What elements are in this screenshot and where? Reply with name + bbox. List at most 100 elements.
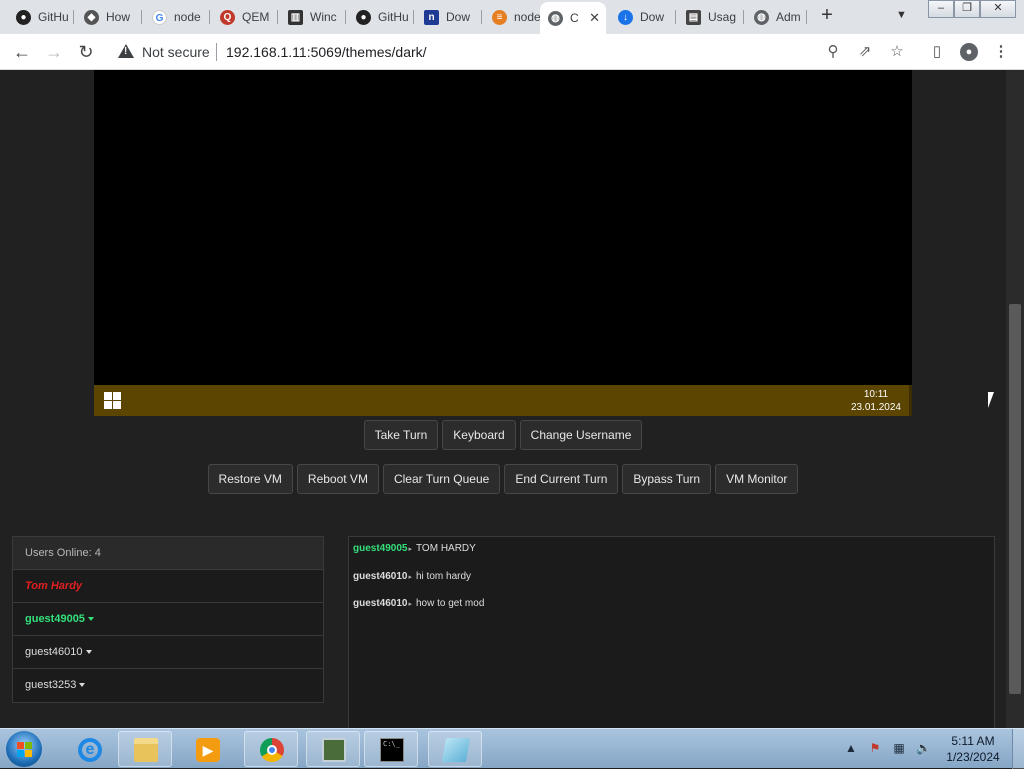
tab-label: GitHu — [38, 10, 69, 24]
tab-winc[interactable]: ▥ Winc — [280, 4, 342, 30]
keyboard-button[interactable]: Keyboard — [442, 420, 516, 450]
tab-download-1[interactable]: n Dow — [416, 4, 478, 30]
reboot-vm-button[interactable]: Reboot VM — [296, 464, 379, 494]
vm-taskbar: 10:11 23.01.2024 — [94, 385, 912, 416]
chat-username: guest46010 — [353, 570, 408, 582]
tab-label: GitHu — [378, 10, 409, 24]
arrow-right-icon: ▸ — [408, 546, 412, 553]
tray-chevron-up-icon[interactable]: ▲ — [844, 741, 858, 755]
zoom-icon[interactable]: ⚲ — [824, 43, 842, 61]
network-app-button[interactable] — [306, 731, 360, 767]
vm-display[interactable] — [94, 70, 912, 416]
kebab-menu-icon[interactable]: ⋮ — [992, 43, 1010, 61]
share-icon[interactable]: ⇗ — [856, 43, 874, 61]
tab-search-chevron-icon[interactable]: ▼ — [896, 9, 907, 21]
new-tab-button[interactable]: + — [816, 5, 838, 27]
address-bar[interactable]: Not secure 192.168.1.11:5069/themes/dark… — [110, 38, 920, 66]
site-icon: n — [424, 9, 439, 25]
explorer-button[interactable] — [118, 731, 172, 767]
user-name: guest46010 — [25, 646, 83, 658]
tab-node[interactable]: ≡ node — [484, 4, 540, 30]
tab-qemu[interactable]: Q QEM — [212, 4, 274, 30]
admin-controls: Restore VM Reboot VM Clear Turn Queue En… — [0, 464, 1006, 494]
os-taskbar: e ▶ C:\_ ▲ ⚑ ▦ 🔈 5:11 AM 1/23/2024 — [0, 728, 1024, 769]
tab-active[interactable]: ◍ C ✕ — [540, 2, 606, 34]
tab-google[interactable]: G node — [144, 4, 206, 30]
start-orb-button[interactable] — [6, 731, 42, 767]
folder-icon — [134, 738, 158, 762]
media-player-icon: ▶ — [196, 738, 220, 762]
internet-explorer-button[interactable]: e — [62, 731, 116, 767]
tab-label: Dow — [446, 10, 471, 24]
os-clock-date: 1/23/2024 — [946, 750, 1000, 764]
chrome-button[interactable] — [244, 731, 298, 767]
warning-icon[interactable] — [118, 44, 134, 58]
restore-vm-button[interactable]: Restore VM — [207, 464, 293, 494]
chat-message: guest49005▸ TOM HARDY — [353, 543, 990, 571]
vm-clock: 10:11 23.01.2024 — [851, 388, 901, 414]
action-center-flag-icon[interactable]: ⚑ — [868, 741, 882, 755]
cmd-button[interactable]: C:\_ — [364, 731, 418, 767]
vm-monitor-button[interactable]: VM Monitor — [715, 464, 799, 494]
chat-username: guest46010 — [353, 598, 408, 609]
tab-label: Adm — [776, 10, 801, 24]
qemu-icon: Q — [220, 9, 235, 25]
chat-text: TOM HARDY — [416, 543, 476, 554]
caret-down-icon — [79, 683, 86, 688]
volume-muted-icon[interactable]: 🔈 — [916, 741, 931, 755]
bookmark-star-icon[interactable]: ☆ — [888, 43, 906, 61]
command-prompt-icon: C:\_ — [380, 738, 404, 762]
minimize-button[interactable]: – — [928, 0, 954, 18]
users-online-count: Users Online: 4 — [13, 537, 323, 570]
media-player-button[interactable]: ▶ — [180, 731, 234, 767]
tab-admin[interactable]: ◍ Adm — [746, 4, 806, 30]
vm-clock-time: 10:11 — [863, 389, 889, 400]
side-panel-icon[interactable]: ▯ — [928, 43, 946, 61]
user-name: guest49005 — [25, 613, 85, 625]
download-icon: ↓ — [618, 9, 633, 25]
scrollbar-thumb[interactable] — [1009, 304, 1021, 694]
profile-avatar-icon[interactable]: ● — [960, 43, 978, 61]
tab-label: How — [106, 10, 131, 24]
forward-button[interactable]: → — [44, 42, 64, 62]
user-item[interactable]: guest49005 — [13, 603, 323, 636]
clear-turn-queue-button[interactable]: Clear Turn Queue — [382, 464, 501, 494]
chat-text: how to get mod — [416, 598, 485, 609]
close-window-button[interactable]: ✕ — [980, 0, 1016, 18]
github-icon: ● — [16, 9, 31, 25]
github-icon: ● — [356, 9, 371, 25]
user-item[interactable]: guest46010 — [13, 636, 323, 669]
caret-down-icon — [85, 650, 92, 655]
page-scrollbar[interactable] — [1006, 70, 1024, 728]
url-text[interactable]: 192.168.1.11:5069/themes/dark/ — [226, 44, 427, 60]
change-username-button[interactable]: Change Username — [519, 420, 643, 450]
restore-button[interactable]: ❐ — [954, 0, 980, 18]
windows-logo-icon — [104, 392, 122, 410]
network-icon[interactable]: ▦ — [892, 741, 906, 755]
chat-log: guest49005▸ TOM HARDY guest46010▸ hi tom h… — [348, 536, 995, 728]
security-label[interactable]: Not secure — [142, 44, 210, 60]
back-button[interactable]: ← — [12, 42, 32, 62]
tab-download-2[interactable]: ↓ Dow — [610, 4, 672, 30]
tab-close-icon[interactable]: ✕ — [589, 10, 600, 26]
show-desktop-button[interactable] — [1012, 729, 1024, 769]
tab-label: node — [174, 10, 201, 24]
tab-how[interactable]: ◆ How — [76, 4, 138, 30]
site-icon: ▤ — [686, 9, 701, 25]
page-viewport: 10:11 23.01.2024 Take Turn Keyboard Chan… — [0, 70, 1006, 728]
chat-text: hi tom hardy — [416, 570, 472, 582]
tab-usage[interactable]: ▤ Usag — [678, 4, 740, 30]
caret-down-icon — [87, 617, 94, 622]
os-clock[interactable]: 5:11 AM 1/23/2024 — [940, 733, 1006, 765]
arrow-right-icon: ▸ — [408, 601, 412, 608]
tab-github-1[interactable]: ● GitHu — [8, 4, 70, 30]
user-item[interactable]: guest3253 — [13, 669, 323, 702]
bypass-turn-button[interactable]: Bypass Turn — [622, 464, 712, 494]
user-item-turn[interactable]: Tom Hardy — [13, 570, 323, 603]
take-turn-button[interactable]: Take Turn — [363, 420, 439, 450]
end-current-turn-button[interactable]: End Current Turn — [504, 464, 619, 494]
notepad-button[interactable] — [428, 731, 482, 767]
tab-label: Dow — [640, 10, 665, 24]
tab-github-2[interactable]: ● GitHu — [348, 4, 410, 30]
reload-button[interactable]: ↻ — [76, 42, 96, 62]
